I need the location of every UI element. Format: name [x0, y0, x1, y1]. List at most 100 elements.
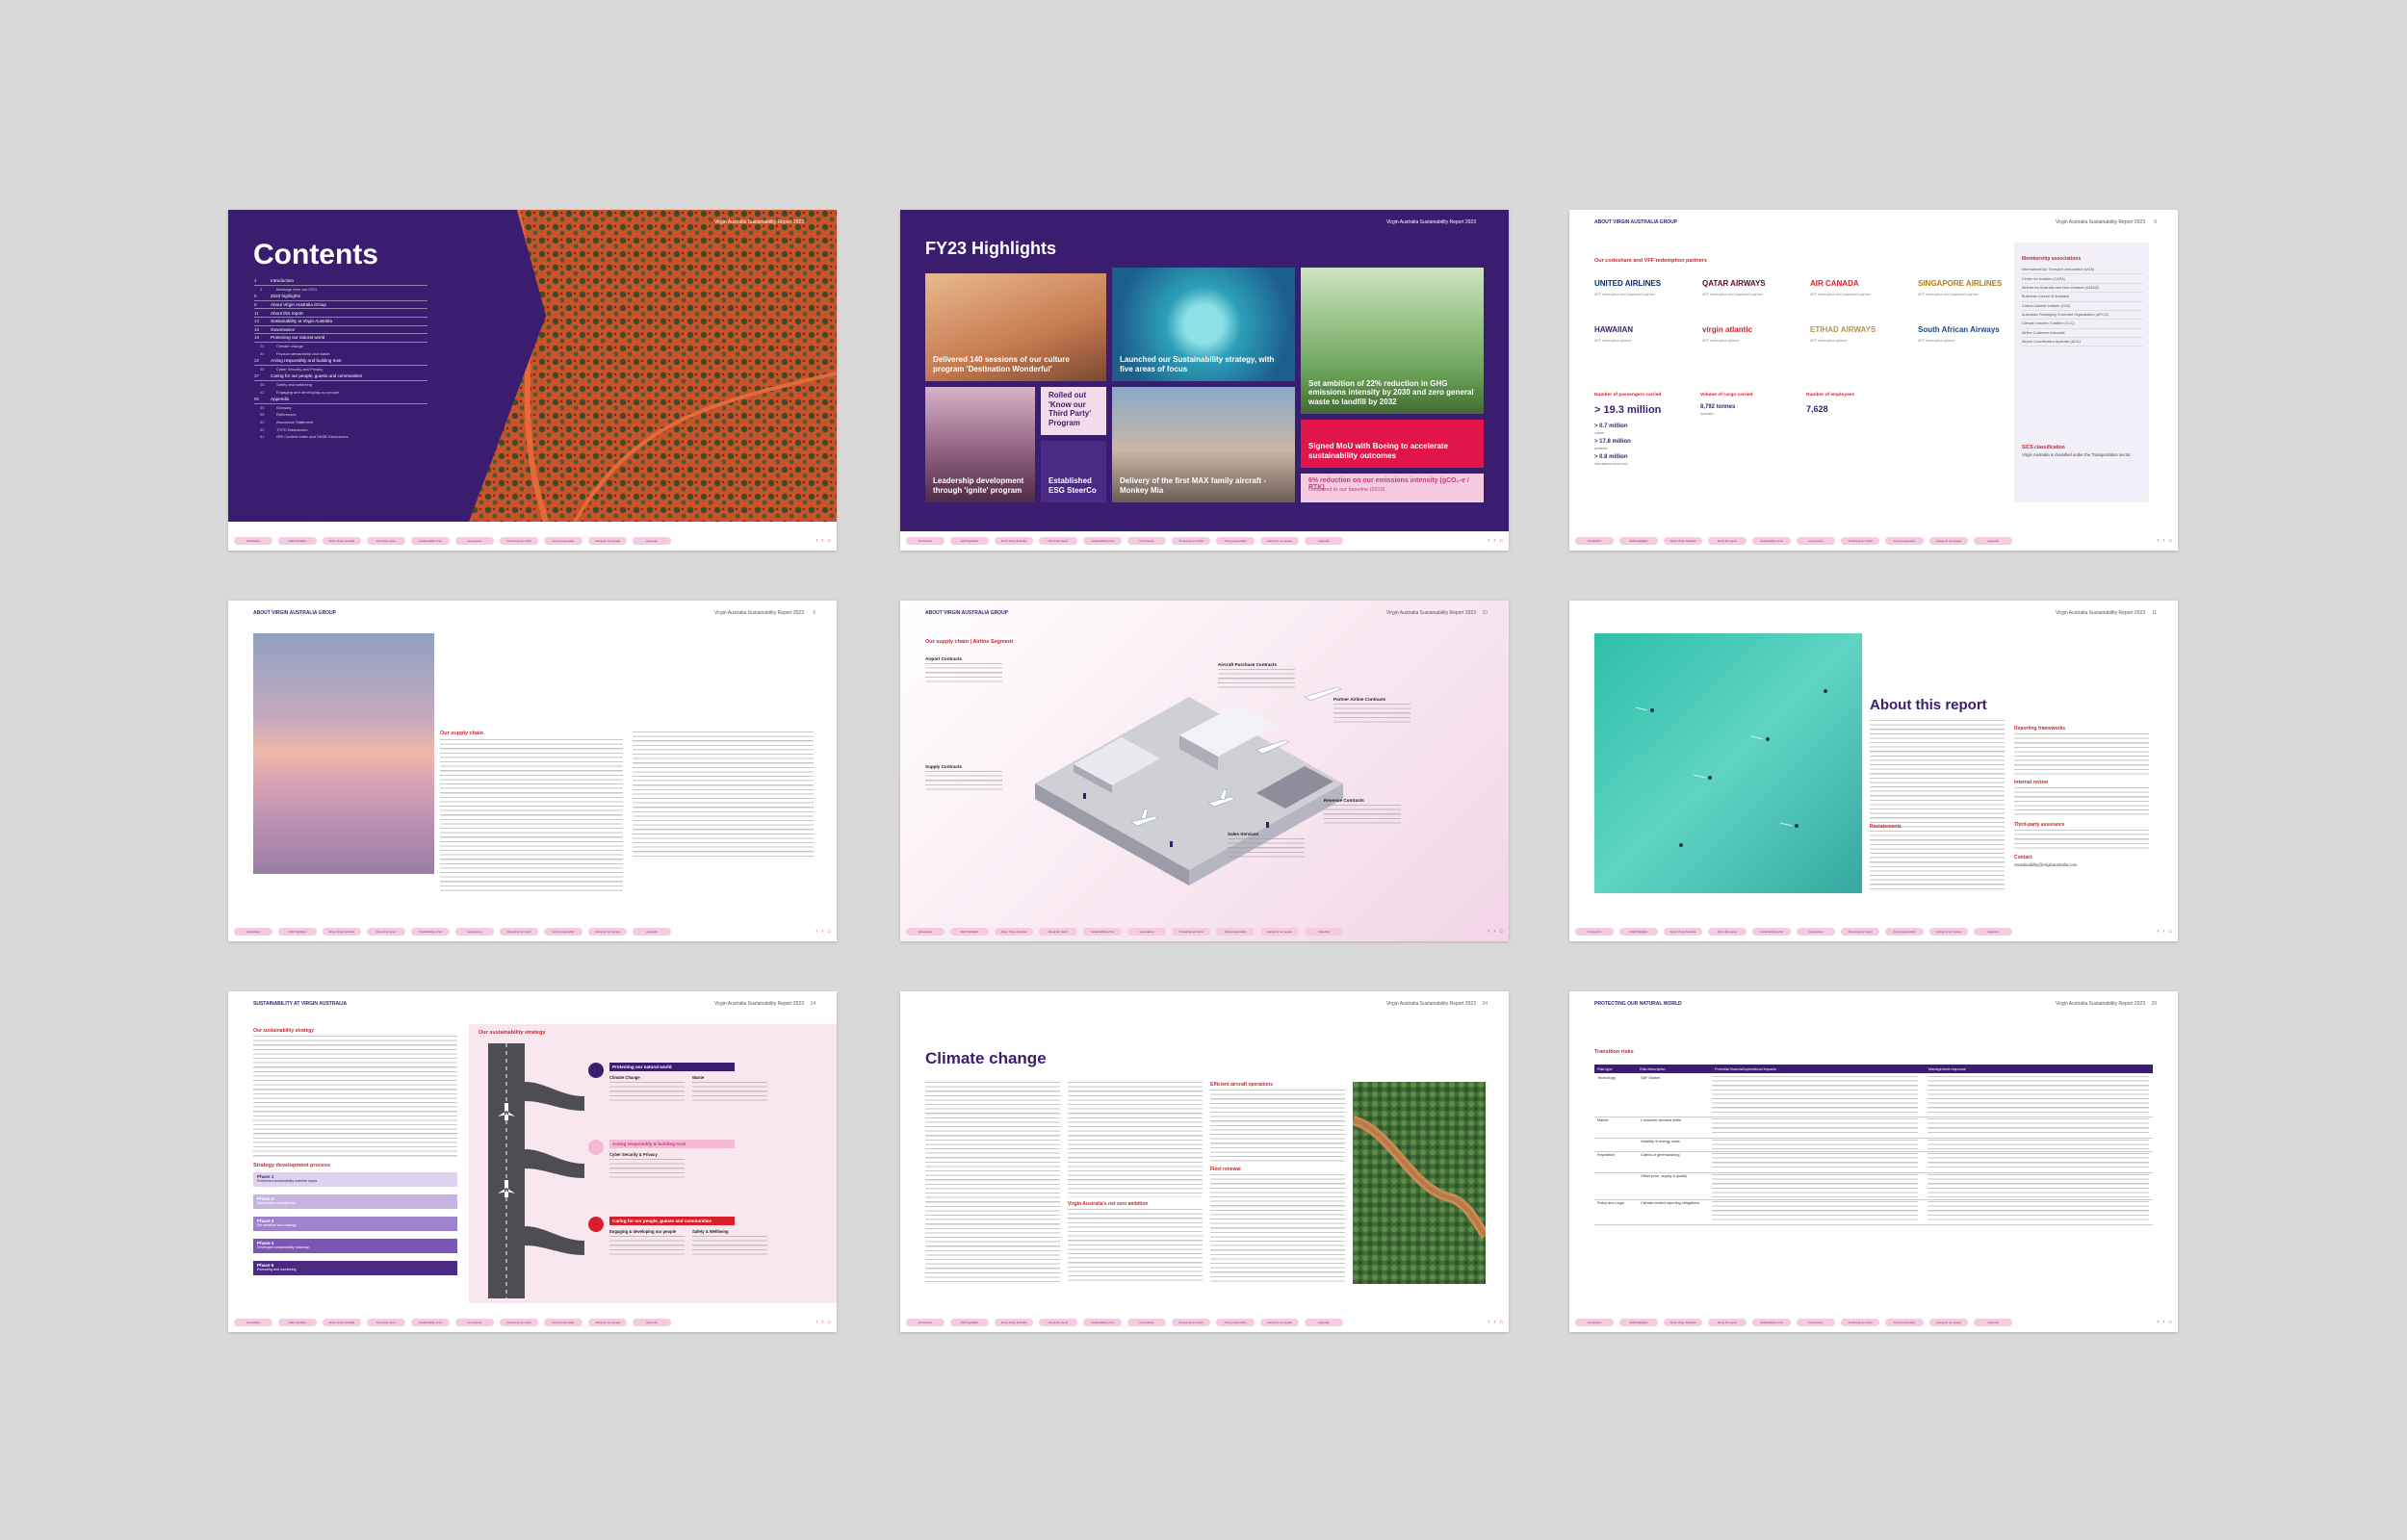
- toc-item[interactable]: 55 Appendix: [254, 396, 427, 404]
- toc-item[interactable]: 13 Sustainability at Virgin Australia: [254, 318, 427, 326]
- footer-tab[interactable]: About Virgin Australia: [1664, 537, 1702, 545]
- footer-tab[interactable]: Appendix: [1305, 928, 1343, 936]
- prev-page-icon[interactable]: ‹: [2157, 538, 2159, 544]
- home-icon[interactable]: ⌂: [1499, 538, 1503, 544]
- footer-tab[interactable]: Protecting our world: [1172, 537, 1210, 545]
- next-page-icon[interactable]: ›: [821, 1320, 823, 1325]
- footer-tab[interactable]: Sustainability at VA: [1083, 1319, 1122, 1326]
- footer-tab[interactable]: Sustainability at VA: [1752, 1319, 1791, 1326]
- footer-tab[interactable]: Introduction: [234, 1319, 272, 1326]
- footer-tab[interactable]: About Virgin Australia: [995, 1319, 1033, 1326]
- footer-tab[interactable]: Caring for our people: [588, 928, 627, 936]
- footer-tab[interactable]: Caring for our people: [588, 537, 627, 545]
- footer-tab[interactable]: About this report: [367, 928, 405, 936]
- footer-tab[interactable]: Governance: [1127, 928, 1166, 936]
- toc-item[interactable]: 60 TCFD Disclosures: [254, 425, 427, 433]
- footer-tab[interactable]: Acting responsibly: [1885, 537, 1924, 545]
- prev-page-icon[interactable]: ‹: [1488, 929, 1489, 935]
- footer-tab[interactable]: Acting responsibly: [1885, 1319, 1924, 1326]
- footer-tab[interactable]: Acting responsibly: [1885, 928, 1924, 936]
- footer-tab[interactable]: Acting responsibly: [544, 537, 582, 545]
- footer-tab[interactable]: Governance: [455, 1319, 494, 1326]
- next-page-icon[interactable]: ›: [2162, 929, 2164, 935]
- footer-tab[interactable]: Protecting our world: [1841, 928, 1879, 936]
- footer-tab[interactable]: Caring for our people: [1260, 1319, 1299, 1326]
- prev-page-icon[interactable]: ‹: [2157, 929, 2159, 935]
- toc-item[interactable]: 19 Protecting our natural world: [254, 334, 427, 343]
- toc-item[interactable]: 6 2023 highlights: [254, 293, 427, 301]
- footer-tab[interactable]: Introduction: [906, 928, 945, 936]
- toc-item[interactable]: 38 Safety and wellbeing: [254, 381, 427, 389]
- footer-tab[interactable]: Protecting our world: [500, 928, 538, 936]
- footer-tab[interactable]: Sustainability at VA: [411, 537, 450, 545]
- footer-tab[interactable]: 2023 highlights: [950, 537, 989, 545]
- footer-tab[interactable]: Introduction: [1575, 1319, 1614, 1326]
- footer-tab[interactable]: About Virgin Australia: [995, 537, 1033, 545]
- footer-tab[interactable]: Sustainability at VA: [1083, 537, 1122, 545]
- toc-item[interactable]: 16 Governance: [254, 326, 427, 335]
- toc-item[interactable]: 5 Message from our CEO: [254, 286, 427, 294]
- footer-tab[interactable]: Sustainability at VA: [411, 1319, 450, 1326]
- footer-tab[interactable]: About Virgin Australia: [1664, 928, 1702, 936]
- footer-tab[interactable]: Acting responsibly: [544, 928, 582, 936]
- prev-page-icon[interactable]: ‹: [815, 538, 817, 544]
- footer-tab[interactable]: Governance: [1797, 1319, 1835, 1326]
- footer-tab[interactable]: About this report: [1039, 928, 1077, 936]
- footer-tab[interactable]: Appendix: [1305, 1319, 1343, 1326]
- footer-tab[interactable]: Governance: [1797, 928, 1835, 936]
- toc-item[interactable]: 59 Assurance Statement: [254, 419, 427, 426]
- prev-page-icon[interactable]: ‹: [815, 1320, 817, 1325]
- footer-tab[interactable]: Acting responsibly: [1216, 928, 1255, 936]
- toc-item[interactable]: 8 About Virgin Australia Group: [254, 301, 427, 310]
- footer-tab[interactable]: Protecting our world: [500, 537, 538, 545]
- home-icon[interactable]: ⌂: [2168, 929, 2172, 935]
- footer-tab[interactable]: Appendix: [1974, 537, 2012, 545]
- footer-tab[interactable]: About this report: [1708, 928, 1747, 936]
- footer-tab[interactable]: 2023 highlights: [278, 928, 317, 936]
- footer-tab[interactable]: About this report: [1039, 1319, 1077, 1326]
- footer-tab[interactable]: Sustainability at VA: [1752, 537, 1791, 545]
- footer-tab[interactable]: Caring for our people: [1929, 537, 1968, 545]
- footer-tab[interactable]: 2023 highlights: [1619, 928, 1658, 936]
- footer-tab[interactable]: Governance: [1797, 537, 1835, 545]
- footer-tab[interactable]: Caring for our people: [588, 1319, 627, 1326]
- footer-tab[interactable]: About Virgin Australia: [995, 928, 1033, 936]
- toc-item[interactable]: 30 Product stewardship and waste: [254, 349, 427, 357]
- footer-tab[interactable]: About this report: [1708, 537, 1747, 545]
- footer-tab[interactable]: Protecting our world: [1841, 537, 1879, 545]
- toc-item[interactable]: 61 GRI Content Index and SASB Disclosures: [254, 433, 427, 441]
- toc-item[interactable]: 42 Engaging and developing our people: [254, 388, 427, 396]
- footer-tab[interactable]: About Virgin Australia: [323, 1319, 361, 1326]
- footer-tab[interactable]: About this report: [367, 1319, 405, 1326]
- footer-tab[interactable]: 2023 highlights: [1619, 537, 1658, 545]
- footer-tab[interactable]: Governance: [455, 928, 494, 936]
- footer-tab[interactable]: Appendix: [1974, 928, 2012, 936]
- next-page-icon[interactable]: ›: [821, 929, 823, 935]
- footer-tab[interactable]: Appendix: [1305, 537, 1343, 545]
- footer-tab[interactable]: Introduction: [234, 537, 272, 545]
- toc-item[interactable]: 35 Cyber Security and Privacy: [254, 366, 427, 373]
- home-icon[interactable]: ⌂: [1499, 929, 1503, 935]
- prev-page-icon[interactable]: ‹: [1488, 538, 1489, 544]
- next-page-icon[interactable]: ›: [821, 538, 823, 544]
- footer-tab[interactable]: Introduction: [906, 1319, 945, 1326]
- footer-tab[interactable]: Caring for our people: [1929, 1319, 1968, 1326]
- prev-page-icon[interactable]: ‹: [1488, 1320, 1489, 1325]
- footer-tab[interactable]: Sustainability at VA: [1752, 928, 1791, 936]
- footer-tab[interactable]: Acting responsibly: [1216, 537, 1255, 545]
- footer-tab[interactable]: About this report: [1039, 537, 1077, 545]
- footer-tab[interactable]: Caring for our people: [1260, 928, 1299, 936]
- home-icon[interactable]: ⌂: [2168, 538, 2172, 544]
- next-page-icon[interactable]: ›: [2162, 1320, 2164, 1325]
- footer-tab[interactable]: About Virgin Australia: [323, 928, 361, 936]
- footer-tab[interactable]: Acting responsibly: [1216, 1319, 1255, 1326]
- footer-tab[interactable]: Governance: [455, 537, 494, 545]
- toc-item[interactable]: 58 References: [254, 411, 427, 419]
- prev-page-icon[interactable]: ‹: [2157, 1320, 2159, 1325]
- footer-tab[interactable]: Protecting our world: [500, 1319, 538, 1326]
- footer-tab[interactable]: About Virgin Australia: [1664, 1319, 1702, 1326]
- home-icon[interactable]: ⌂: [2168, 1320, 2172, 1325]
- next-page-icon[interactable]: ›: [2162, 538, 2164, 544]
- next-page-icon[interactable]: ›: [1493, 929, 1495, 935]
- footer-tab[interactable]: Protecting our world: [1172, 928, 1210, 936]
